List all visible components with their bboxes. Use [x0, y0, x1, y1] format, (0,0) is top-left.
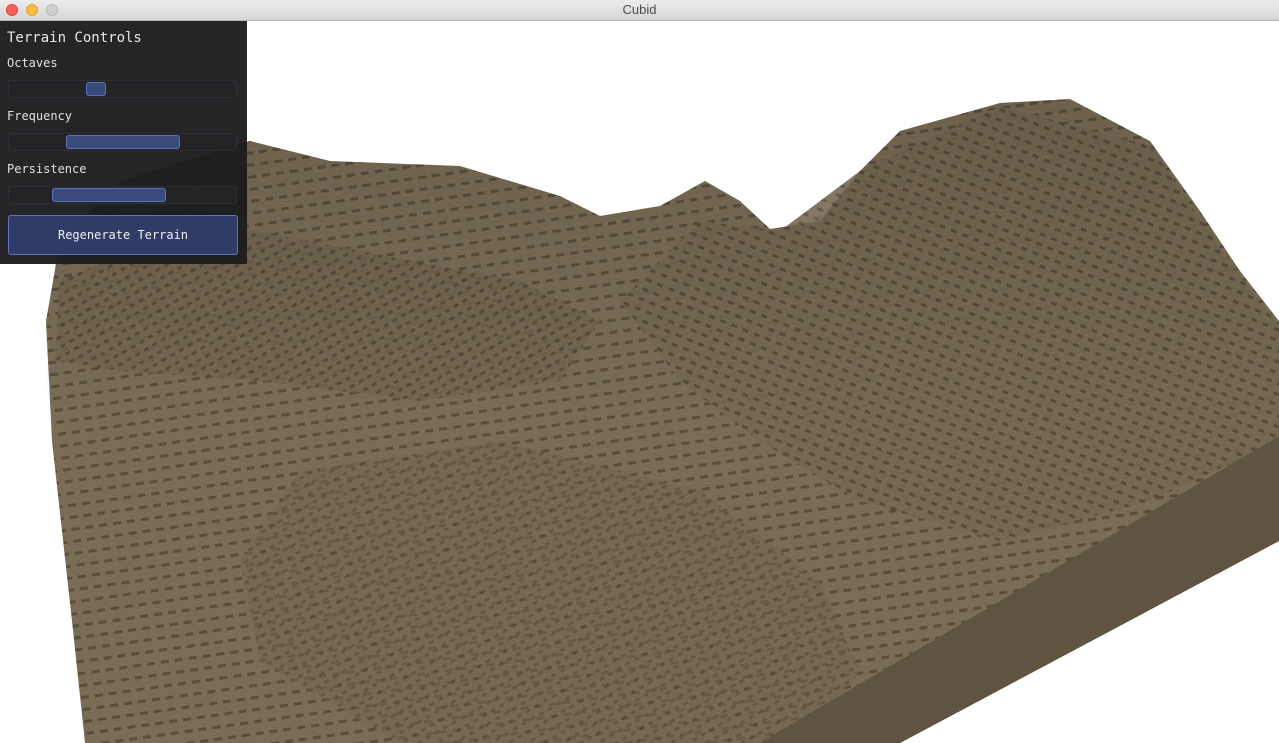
octaves-slider-grab[interactable] — [85, 82, 106, 96]
octaves-label: Octaves — [7, 56, 58, 70]
regenerate-terrain-button[interactable]: Regenerate Terrain — [8, 215, 238, 255]
persistence-slider[interactable] — [8, 186, 237, 204]
persistence-label: Persistence — [7, 162, 87, 176]
frequency-slider-grab[interactable] — [65, 135, 180, 149]
window-title: Cubid — [622, 2, 657, 17]
octaves-slider[interactable] — [8, 80, 237, 98]
panel-title: Terrain Controls — [7, 30, 142, 46]
app-window: Cubid Terrain Controls Octaves Frequency… — [0, 0, 1279, 743]
terrain-controls-panel: Terrain Controls Octaves Frequency Persi… — [0, 21, 247, 264]
persistence-slider-grab[interactable] — [52, 188, 167, 202]
frequency-slider[interactable] — [8, 133, 237, 151]
title-bar: Cubid — [0, 0, 1279, 21]
frequency-label: Frequency — [7, 109, 73, 123]
